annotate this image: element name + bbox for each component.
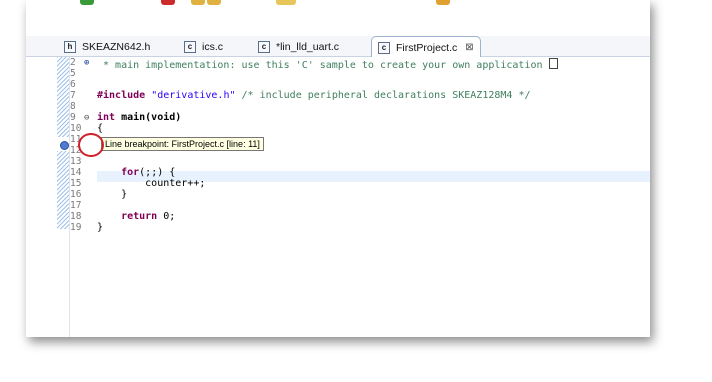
code-line-10: { <box>97 123 104 134</box>
folder-open-icon[interactable] <box>207 0 221 5</box>
c-file-icon: c <box>258 40 270 53</box>
code-line-17: return 0; <box>97 211 176 223</box>
code-editor[interactable]: 2 5 6 7 8 9 10 11 12 13 14 15 16 17 18 1… <box>26 57 650 337</box>
ruler-hatch <box>57 57 69 137</box>
header-file-icon: h <box>64 40 76 53</box>
line-number: 7 <box>70 90 76 101</box>
ruler-hatch <box>57 151 69 229</box>
stop-icon[interactable] <box>161 0 175 5</box>
comment-text: /* include peripheral declarations SKEAZ… <box>235 90 531 101</box>
build-icon[interactable] <box>276 0 296 5</box>
tab-lin-lld-uart-c[interactable]: c *lin_lld_uart.c <box>252 37 339 56</box>
return-keyword: return <box>97 211 158 222</box>
code-line-15: } <box>97 189 128 200</box>
line-number: 18 <box>70 211 82 222</box>
code-line-9: int main(void) <box>97 112 182 124</box>
tab-ics-c[interactable]: c ics.c <box>178 37 223 56</box>
annotation-circle <box>78 133 104 157</box>
close-tab-icon[interactable]: ⊠ <box>465 42 473 53</box>
breakpoint-tooltip: Line breakpoint: FirstProject.c [line: 1… <box>101 137 264 151</box>
code-line-14: counter++; <box>97 178 206 189</box>
breakpoint-icon[interactable] <box>60 141 69 150</box>
for-rest: (;;) { <box>139 167 176 178</box>
tab-label: FirstProject.c <box>396 41 458 54</box>
debug-icon[interactable] <box>436 0 450 5</box>
include-string: "derivative.h" <box>145 90 236 101</box>
run-icon[interactable] <box>80 0 94 5</box>
tab-firstproject-c[interactable]: c FirstProject.c ⊠ <box>371 36 481 58</box>
expand-fold-icon[interactable]: ⊕ <box>84 58 89 68</box>
for-keyword: for <box>97 167 140 178</box>
line-number: 19 <box>70 222 82 233</box>
toolbar <box>26 0 650 26</box>
line-number: 16 <box>70 189 82 200</box>
ide-window: h SKEAZN642.h c ics.c c *lin_lld_uart.c … <box>26 0 650 337</box>
preprocessor-keyword: #include <box>97 90 146 101</box>
line-number: 15 <box>70 178 82 189</box>
line-number: 5 <box>70 68 76 79</box>
code-line-18: } <box>97 222 104 233</box>
folder-icon[interactable] <box>191 0 205 5</box>
line-number: 13 <box>70 156 82 167</box>
comment-text: * main implementation: use this 'C' samp… <box>97 60 543 71</box>
collapse-fold-icon[interactable]: ⊖ <box>84 113 89 123</box>
tab-label: SKEAZN642.h <box>82 40 151 53</box>
tab-label: ics.c <box>202 40 223 53</box>
line-number: 17 <box>70 200 82 211</box>
c-file-icon: c <box>378 41 390 54</box>
line-number: 8 <box>70 101 76 112</box>
c-file-icon: c <box>184 40 196 53</box>
code-line-7: #include "derivative.h" /* include perip… <box>97 90 531 102</box>
breakpoint-ruler[interactable] <box>57 57 70 337</box>
line-number: 14 <box>70 167 82 178</box>
text-cursor-box <box>548 58 558 69</box>
line-number: 6 <box>70 79 76 90</box>
code-line-2: * main implementation: use this 'C' samp… <box>97 58 558 71</box>
return-rest: 0; <box>157 211 176 222</box>
editor-tab-bar: h SKEAZN642.h c ics.c c *lin_lld_uart.c … <box>26 36 650 58</box>
type-keyword: int <box>97 112 116 123</box>
tab-label: *lin_lld_uart.c <box>276 40 340 53</box>
tab-skeazn642-h[interactable]: h SKEAZN642.h <box>58 37 150 56</box>
code-line-13: for(;;) { <box>97 167 176 179</box>
function-signature: main(void) <box>115 112 182 123</box>
